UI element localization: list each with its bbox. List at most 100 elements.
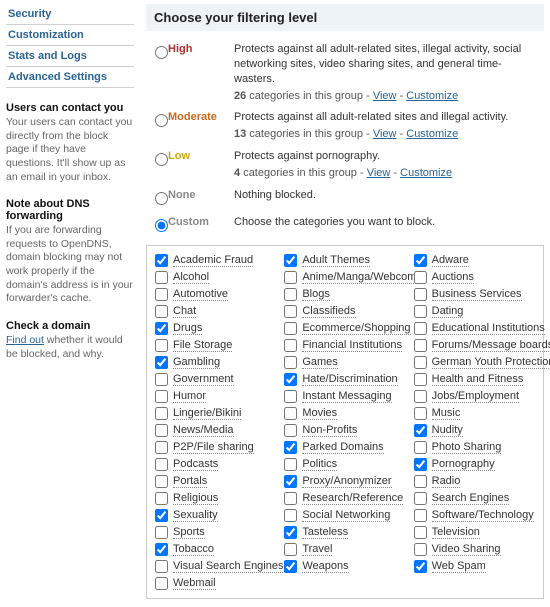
level-view-link[interactable]: View xyxy=(367,167,391,179)
category-item: Tasteless xyxy=(280,524,409,541)
category-checkbox[interactable] xyxy=(414,288,427,301)
category-label: Travel xyxy=(302,543,332,556)
category-item: Blogs xyxy=(280,286,409,303)
category-item: Automotive xyxy=(151,286,280,303)
category-checkbox[interactable] xyxy=(155,373,168,386)
category-checkbox[interactable] xyxy=(155,322,168,335)
category-item: Music xyxy=(410,405,539,422)
category-item: Television xyxy=(410,524,539,541)
category-checkbox[interactable] xyxy=(155,492,168,505)
category-checkbox[interactable] xyxy=(284,441,297,454)
level-radio-none[interactable] xyxy=(155,192,168,205)
category-checkbox[interactable] xyxy=(414,526,427,539)
category-item: Portals xyxy=(151,473,280,490)
category-checkbox[interactable] xyxy=(414,390,427,403)
category-checkbox[interactable] xyxy=(155,475,168,488)
category-label: Classifieds xyxy=(302,305,355,318)
level-customize-link[interactable]: Customize xyxy=(406,90,458,102)
category-checkbox[interactable] xyxy=(284,271,297,284)
category-checkbox[interactable] xyxy=(414,407,427,420)
category-item: Video Sharing xyxy=(410,541,539,558)
category-checkbox[interactable] xyxy=(155,543,168,556)
category-checkbox[interactable] xyxy=(155,339,168,352)
category-item: Academic Fraud xyxy=(151,252,280,269)
category-label: Forums/Message boards xyxy=(432,339,550,352)
category-checkbox[interactable] xyxy=(284,526,297,539)
category-checkbox[interactable] xyxy=(155,407,168,420)
category-box: Academic FraudAdult ThemesAdwareAlcoholA… xyxy=(146,245,544,599)
side-block-title: Note about DNS forwarding xyxy=(6,198,134,222)
category-label: Portals xyxy=(173,475,207,488)
nav-item-security[interactable]: Security xyxy=(6,4,134,25)
category-checkbox[interactable] xyxy=(284,390,297,403)
category-checkbox[interactable] xyxy=(414,356,427,369)
level-radio-custom[interactable] xyxy=(155,219,168,232)
level-view-link[interactable]: View xyxy=(373,90,397,102)
category-label: Podcasts xyxy=(173,458,218,471)
category-item: Search Engines xyxy=(410,490,539,507)
category-checkbox[interactable] xyxy=(284,373,297,386)
category-checkbox[interactable] xyxy=(155,424,168,437)
category-checkbox[interactable] xyxy=(155,254,168,267)
category-checkbox[interactable] xyxy=(414,543,427,556)
category-checkbox[interactable] xyxy=(284,356,297,369)
category-checkbox[interactable] xyxy=(284,424,297,437)
category-checkbox[interactable] xyxy=(414,339,427,352)
category-item: Chat xyxy=(151,303,280,320)
category-checkbox[interactable] xyxy=(284,322,297,335)
category-label: Radio xyxy=(432,475,461,488)
category-item: Health and Fitness xyxy=(410,371,539,388)
category-checkbox[interactable] xyxy=(284,560,297,573)
level-radio-low[interactable] xyxy=(155,153,168,166)
category-checkbox[interactable] xyxy=(414,322,427,335)
category-checkbox[interactable] xyxy=(414,271,427,284)
level-view-link[interactable]: View xyxy=(373,128,397,140)
category-checkbox[interactable] xyxy=(414,305,427,318)
category-item: Ecommerce/Shopping xyxy=(280,320,409,337)
category-checkbox[interactable] xyxy=(284,543,297,556)
level-radio-moderate[interactable] xyxy=(155,114,168,127)
category-checkbox[interactable] xyxy=(284,339,297,352)
category-checkbox[interactable] xyxy=(155,458,168,471)
nav-item-customization[interactable]: Customization xyxy=(6,25,134,46)
category-label: Nudity xyxy=(432,424,463,437)
category-checkbox[interactable] xyxy=(155,271,168,284)
category-checkbox[interactable] xyxy=(414,560,427,573)
level-desc-none: Nothing blocked. xyxy=(234,188,540,203)
category-checkbox[interactable] xyxy=(155,305,168,318)
nav-item-stats-and-logs[interactable]: Stats and Logs xyxy=(6,46,134,67)
nav-item-advanced-settings[interactable]: Advanced Settings xyxy=(6,67,134,88)
category-checkbox[interactable] xyxy=(155,560,168,573)
category-checkbox[interactable] xyxy=(284,492,297,505)
category-checkbox[interactable] xyxy=(284,509,297,522)
category-checkbox[interactable] xyxy=(414,424,427,437)
level-customize-link[interactable]: Customize xyxy=(400,167,452,179)
category-item: Gambling xyxy=(151,354,280,371)
category-checkbox[interactable] xyxy=(155,441,168,454)
category-checkbox[interactable] xyxy=(284,475,297,488)
category-checkbox[interactable] xyxy=(414,509,427,522)
category-checkbox[interactable] xyxy=(284,458,297,471)
category-checkbox[interactable] xyxy=(155,526,168,539)
category-checkbox[interactable] xyxy=(284,254,297,267)
category-checkbox[interactable] xyxy=(414,492,427,505)
category-checkbox[interactable] xyxy=(414,458,427,471)
category-checkbox[interactable] xyxy=(155,577,168,590)
category-checkbox[interactable] xyxy=(284,288,297,301)
category-checkbox[interactable] xyxy=(414,441,427,454)
category-label: P2P/File sharing xyxy=(173,441,254,454)
category-checkbox[interactable] xyxy=(284,407,297,420)
category-checkbox[interactable] xyxy=(155,288,168,301)
level-customize-link[interactable]: Customize xyxy=(406,128,458,140)
category-checkbox[interactable] xyxy=(414,254,427,267)
category-checkbox[interactable] xyxy=(284,305,297,318)
category-checkbox[interactable] xyxy=(155,390,168,403)
level-radio-high[interactable] xyxy=(155,46,168,59)
category-checkbox[interactable] xyxy=(414,475,427,488)
category-checkbox[interactable] xyxy=(414,373,427,386)
category-checkbox[interactable] xyxy=(155,356,168,369)
category-item: Weapons xyxy=(280,558,409,575)
category-checkbox[interactable] xyxy=(155,509,168,522)
side-block-text: Find out whether it would be blocked, an… xyxy=(6,334,134,361)
find-out-link[interactable]: Find out xyxy=(6,334,44,346)
